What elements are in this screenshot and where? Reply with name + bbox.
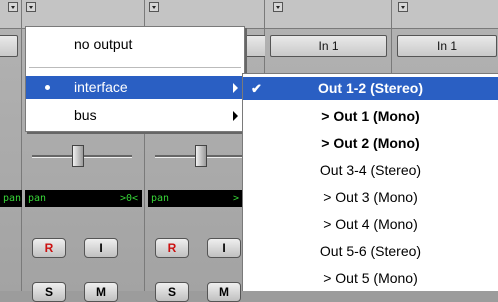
dropdown-icon[interactable] — [273, 2, 283, 12]
dropdown-icon[interactable] — [8, 2, 18, 12]
strip-header — [265, 0, 391, 29]
fader-handle[interactable] — [195, 145, 207, 167]
menu-item-label: interface — [74, 79, 128, 95]
mute-button[interactable]: M — [207, 282, 241, 302]
dropdown-icon[interactable] — [398, 2, 408, 12]
output-menu: no output interface bus — [25, 26, 245, 132]
strip-header — [22, 0, 144, 29]
submenu-item-label: > Out 2 (Mono) — [321, 135, 420, 151]
menu-item-label: no output — [74, 36, 133, 52]
submenu-item[interactable]: Out 5-6 (Stereo) — [243, 240, 498, 263]
menu-item-interface[interactable]: interface — [26, 76, 244, 99]
strip-header — [145, 0, 264, 29]
submenu-arrow-icon — [233, 111, 238, 121]
submenu-item[interactable]: > Out 1 (Mono) — [243, 105, 498, 128]
pan-value: > — [232, 193, 239, 204]
submenu-item-label: Out 1-2 (Stereo) — [317, 80, 423, 96]
submenu-item-label: > Out 3 (Mono) — [323, 189, 418, 205]
pan-display: pan — [0, 190, 22, 207]
pan-label: pan — [28, 193, 47, 204]
dropdown-icon[interactable] — [149, 2, 159, 12]
solo-button[interactable]: S — [155, 282, 189, 302]
submenu-item-label: > Out 4 (Mono) — [323, 216, 418, 232]
submenu-item[interactable]: ✔ Out 1-2 (Stereo) — [243, 77, 498, 100]
submenu-item[interactable]: > Out 3 (Mono) — [243, 186, 498, 209]
io-selector[interactable] — [0, 35, 18, 57]
input-button[interactable]: I — [207, 238, 241, 258]
pan-display[interactable]: pan >0< — [25, 190, 142, 207]
record-button[interactable]: R — [32, 238, 66, 258]
pan-label: pan — [151, 193, 170, 204]
pan-label: pan — [3, 193, 22, 204]
submenu-item-label: Out 5-6 (Stereo) — [319, 243, 422, 259]
strip-header — [0, 0, 21, 29]
strip-header — [392, 0, 498, 29]
dropdown-icon[interactable] — [26, 2, 36, 12]
pan-display[interactable]: pan > — [148, 190, 243, 207]
solo-button[interactable]: S — [32, 282, 66, 302]
fader-handle[interactable] — [72, 145, 84, 167]
record-button[interactable]: R — [155, 238, 189, 258]
pan-value: >0< — [119, 193, 138, 204]
menu-item-label: bus — [74, 107, 97, 123]
io-selector[interactable]: In 1 — [397, 35, 497, 57]
submenu-item[interactable]: > Out 5 (Mono) — [243, 267, 498, 290]
submenu-item-label: Out 3-4 (Stereo) — [319, 162, 422, 178]
submenu-arrow-icon — [233, 83, 238, 93]
io-selector[interactable]: In 1 — [270, 35, 387, 57]
channel-strip: pan — [0, 0, 22, 291]
interface-submenu: ✔ Out 1-2 (Stereo) > Out 1 (Mono) > Out … — [242, 73, 498, 291]
mute-button[interactable]: M — [84, 282, 118, 302]
submenu-item-label: > Out 5 (Mono) — [323, 270, 418, 286]
checkmark-icon: ✔ — [251, 81, 262, 96]
menu-item-no-output[interactable]: no output — [26, 33, 244, 56]
input-button[interactable]: I — [84, 238, 118, 258]
submenu-item[interactable]: Out 3-4 (Stereo) — [243, 159, 498, 182]
radio-dot-icon — [45, 85, 50, 90]
menu-separator — [29, 67, 241, 68]
submenu-item-label: > Out 1 (Mono) — [321, 108, 420, 124]
submenu-item[interactable]: > Out 2 (Mono) — [243, 132, 498, 155]
submenu-item[interactable]: > Out 4 (Mono) — [243, 213, 498, 236]
menu-item-bus[interactable]: bus — [26, 104, 244, 127]
